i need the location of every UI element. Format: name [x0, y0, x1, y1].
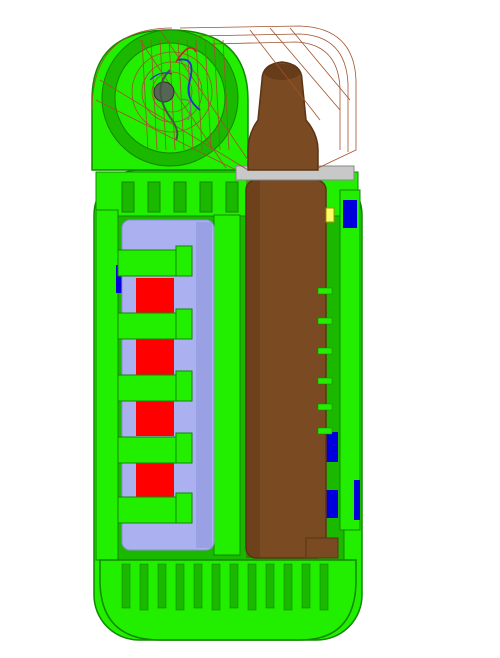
blue-accent	[326, 432, 338, 462]
battery-core-segment	[136, 278, 174, 314]
battery-core-segment	[136, 339, 174, 375]
rib-slot	[147, 181, 161, 213]
electrical-contact	[325, 207, 335, 223]
base-vent	[229, 563, 239, 609]
fin	[317, 403, 333, 411]
base-vents	[99, 559, 357, 641]
base-vent	[157, 563, 167, 609]
fin	[317, 287, 333, 295]
fin	[317, 427, 333, 435]
battery-clip-tab	[175, 432, 193, 464]
base-vent	[319, 563, 329, 611]
rib-slot	[173, 181, 187, 213]
base-vent	[211, 563, 221, 611]
fin	[317, 317, 333, 325]
battery-clip-tab	[175, 492, 193, 524]
blue-accent	[326, 490, 338, 518]
rib-slot	[199, 181, 213, 213]
base-vent	[283, 563, 293, 611]
base-vent	[265, 563, 275, 609]
base-vent	[121, 563, 131, 609]
base-shell	[99, 559, 357, 641]
battery-core-segment	[136, 400, 174, 436]
device-section-view[interactable]	[0, 0, 500, 658]
cad-viewport[interactable]	[0, 0, 500, 658]
heater-cap-tip	[264, 64, 300, 80]
battery-shade	[196, 222, 212, 548]
divider-wall	[213, 214, 241, 556]
battery-clip-tab	[175, 370, 193, 402]
right-wall	[339, 189, 361, 531]
heater-foot	[305, 537, 339, 559]
heater-cap	[247, 61, 319, 171]
base-vent	[175, 563, 185, 611]
blue-accent	[354, 480, 360, 520]
base-vent	[139, 563, 149, 611]
base-vent	[301, 563, 311, 609]
base-vent	[193, 563, 203, 609]
fin	[317, 377, 333, 385]
battery-clip-tab	[175, 308, 193, 340]
fin	[317, 347, 333, 355]
left-wall	[95, 209, 119, 561]
heater-tube-shadow	[246, 180, 260, 558]
battery-clip-tab	[175, 245, 193, 277]
battery-core-segment	[136, 461, 174, 497]
rib-slot	[121, 181, 135, 213]
blue-accent	[343, 200, 357, 228]
hinge-pin	[153, 81, 175, 103]
rib-slot	[225, 181, 239, 213]
base-vent	[247, 563, 257, 611]
